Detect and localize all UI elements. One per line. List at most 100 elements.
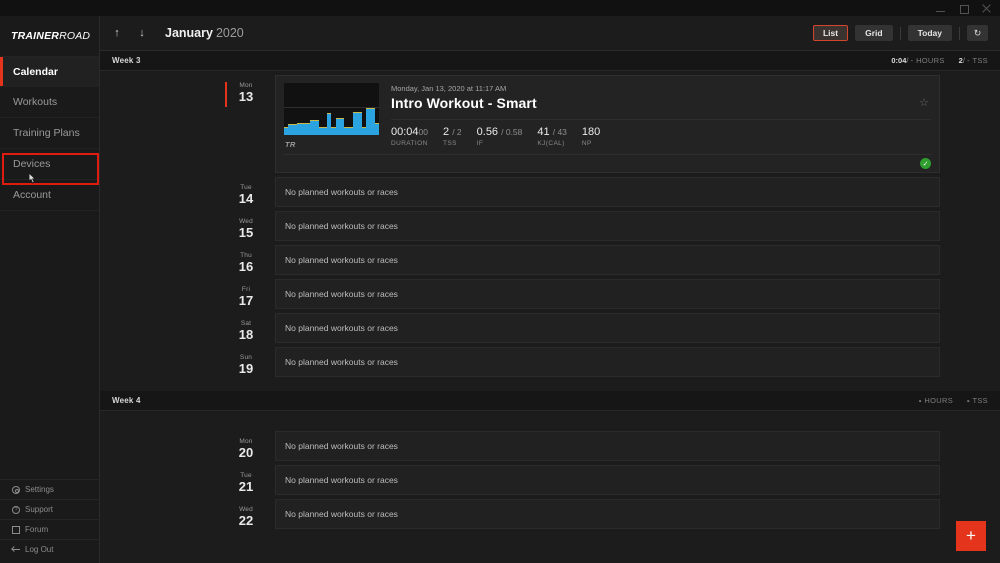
day-row: Fri 17 No planned workouts or races: [100, 275, 1000, 309]
workout-stat-np: 180 NP: [582, 126, 600, 148]
sidebar-item-label: Devices: [13, 158, 51, 170]
month-year-label: January 2020: [165, 26, 244, 40]
completed-check-icon: ✓: [920, 158, 931, 169]
day-label-column: Mon 20: [100, 431, 275, 460]
day-date: Mon 20: [231, 437, 261, 460]
footer-item-forum[interactable]: Forum: [0, 519, 100, 539]
sidebar-item-account[interactable]: Account: [0, 180, 99, 211]
day-row: Tue 14 No planned workouts or races: [100, 173, 1000, 207]
workout-datetime: Monday, Jan 13, 2020 at 11:17 AM: [391, 84, 507, 93]
minimize-icon[interactable]: [936, 4, 945, 13]
day-number: 18: [238, 327, 254, 342]
refresh-icon[interactable]: ↻: [967, 25, 988, 41]
stat-value-main: 2: [443, 126, 450, 138]
workout-power-graph: [284, 83, 379, 135]
empty-day-card[interactable]: No planned workouts or races: [275, 279, 940, 309]
stat-value-main: 180: [581, 126, 601, 138]
week-hours-stat: - HOURS: [919, 396, 953, 405]
add-workout-button[interactable]: +: [956, 521, 986, 551]
day-date: Tue 21: [231, 471, 261, 494]
workout-card[interactable]: TR Monday, Jan 13, 2020 at 11:17 AM Intr…: [275, 75, 940, 173]
toolbar-divider: [899, 26, 901, 40]
day-date: Thu 16: [231, 251, 261, 274]
today-marker: [225, 82, 227, 107]
empty-day-card[interactable]: No planned workouts or races: [275, 431, 940, 461]
graph-bars: [284, 107, 379, 135]
workout-source-tag: TR: [285, 140, 296, 149]
logo-bold-text: TRAINER: [11, 30, 60, 42]
workout-card-top: TR Monday, Jan 13, 2020 at 11:17 AM Intr…: [284, 83, 931, 154]
previous-month-icon[interactable]: ↑: [109, 22, 125, 44]
day-date: Fri 17: [231, 285, 261, 308]
calendar-content[interactable]: Week 3 0:04/ - HOURS 2/ - TSS Mon 13 TR …: [100, 51, 1000, 563]
year-text: 2020: [215, 26, 244, 40]
day-label-column: Tue 14: [100, 177, 275, 206]
sidebar-item-label: Calendar: [13, 65, 58, 78]
day-label-column: Sat 18: [100, 313, 275, 342]
day-content: No planned workouts or races: [275, 465, 1000, 495]
footer-item-settings[interactable]: Settings: [0, 479, 100, 499]
help-icon: ?: [12, 505, 20, 514]
toolbar-actions: List Grid Today ↻: [812, 25, 1000, 41]
day-label-column: Fri 17: [100, 279, 275, 308]
day-row: Sat 18 No planned workouts or races: [100, 309, 1000, 343]
next-month-icon[interactable]: ↓: [134, 22, 150, 44]
sidebar-item-label: Training Plans: [13, 127, 80, 139]
workout-stat-duration: 00:0400 DURATION: [391, 126, 428, 148]
stat-value-main: 0.56: [476, 126, 499, 138]
day-row: Wed 22 No planned workouts or races: [100, 495, 1000, 529]
stat-value-alt: / 43: [552, 127, 567, 137]
sidebar-item-training-plans[interactable]: Training Plans: [0, 118, 99, 149]
sidebar-item-devices[interactable]: Devices: [0, 149, 99, 180]
day-label-column: Sun 19: [100, 347, 275, 376]
day-content: No planned workouts or races: [275, 211, 1000, 241]
day-number: 21: [238, 479, 254, 494]
empty-day-card[interactable]: No planned workouts or races: [275, 465, 940, 495]
week-tss-planned: / -: [962, 56, 970, 65]
footer-item-support[interactable]: ? Support: [0, 499, 100, 519]
gear-icon: [12, 485, 20, 494]
day-content: No planned workouts or races: [275, 431, 1000, 461]
footer-item-logout[interactable]: Log Out: [0, 539, 100, 559]
empty-day-card[interactable]: No planned workouts or races: [275, 499, 940, 529]
workout-details: Monday, Jan 13, 2020 at 11:17 AM Intro W…: [391, 83, 931, 154]
week-hours-value: -: [918, 396, 922, 405]
stat-label: IF: [476, 140, 484, 147]
footer-item-label: Support: [25, 505, 54, 514]
sidebar: TRAINER ROAD Calendar Workouts Training P…: [0, 16, 100, 563]
empty-day-card[interactable]: No planned workouts or races: [275, 347, 940, 377]
empty-day-card[interactable]: No planned workouts or races: [275, 313, 940, 343]
empty-day-card[interactable]: No planned workouts or races: [275, 211, 940, 241]
view-list-button[interactable]: List: [812, 25, 849, 41]
maximize-icon[interactable]: [959, 4, 969, 14]
workout-title: Intro Workout - Smart: [391, 95, 537, 111]
week-title: Week 4: [112, 396, 141, 405]
view-grid-button[interactable]: Grid: [855, 25, 893, 41]
week-spacer: [100, 377, 1000, 391]
sidebar-item-workouts[interactable]: Workouts: [0, 87, 99, 118]
favorite-star-icon[interactable]: ☆: [919, 94, 931, 113]
workout-divider: [391, 119, 931, 120]
empty-day-card[interactable]: No planned workouts or races: [275, 245, 940, 275]
week-hours-unit: HOURS: [924, 396, 953, 405]
day-date: Wed 22: [231, 505, 261, 528]
close-icon[interactable]: [982, 4, 991, 13]
today-button[interactable]: Today: [907, 25, 952, 41]
forum-icon: [12, 525, 20, 534]
workout-thumbnail: TR: [284, 83, 379, 154]
week-tss-value: -: [967, 396, 970, 405]
day-number: 22: [238, 513, 254, 528]
stat-value: 00:0400: [391, 126, 428, 139]
stat-value-main: 00:04: [391, 126, 419, 138]
day-label-column: Tue 21: [100, 465, 275, 494]
stat-value: 2 / 2: [443, 126, 462, 139]
sidebar-item-label: Account: [13, 189, 51, 201]
sidebar-item-calendar[interactable]: Calendar: [0, 56, 99, 87]
empty-day-card[interactable]: No planned workouts or races: [275, 177, 940, 207]
day-content: No planned workouts or races: [275, 279, 1000, 309]
day-number: 14: [238, 191, 254, 206]
workout-stat-tss: 2 / 2 TSS: [443, 126, 462, 148]
day-row: Mon 20 No planned workouts or races: [100, 427, 1000, 461]
week-tss-stat: 2/ - TSS: [959, 56, 988, 65]
window-titlebar: [0, 0, 1000, 16]
